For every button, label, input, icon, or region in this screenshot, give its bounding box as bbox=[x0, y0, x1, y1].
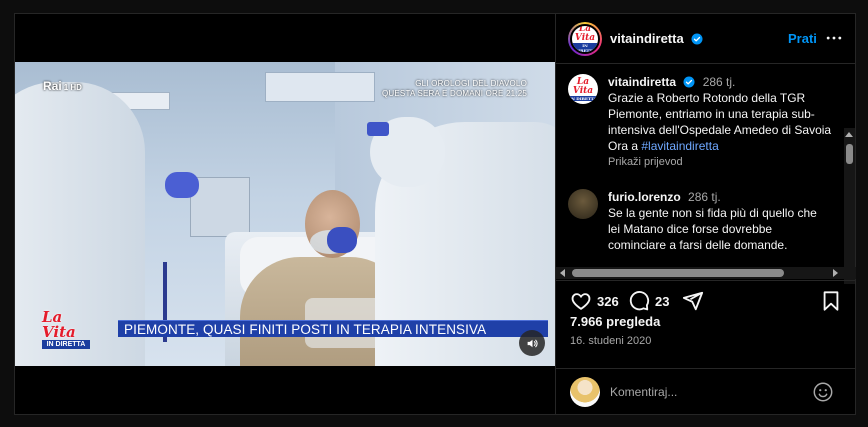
follow-button[interactable]: Prati bbox=[788, 31, 817, 46]
post-dialog: Rai 1 HD GLI OROLOGI DEL DIAVOLO QUESTA S… bbox=[14, 13, 856, 415]
comment-count[interactable]: 23 bbox=[655, 294, 669, 309]
promo-overlay: GLI OROLOGI DEL DIAVOLO QUESTA SERA E DO… bbox=[381, 79, 527, 98]
heart-icon bbox=[571, 293, 591, 310]
profile-avatar[interactable]: La Vita IN DIRETTA bbox=[568, 22, 602, 56]
comment-icon bbox=[629, 291, 650, 311]
caption-avatar[interactable]: La Vita IN DIRETTA bbox=[568, 74, 598, 104]
scrollbar-thumb[interactable] bbox=[846, 144, 853, 164]
post-header: La Vita IN DIRETTA vitaindiretta Prati bbox=[556, 14, 856, 64]
sound-toggle-button[interactable] bbox=[519, 330, 545, 356]
comments-vertical-scrollbar[interactable] bbox=[844, 128, 855, 284]
verified-badge-icon bbox=[691, 33, 703, 45]
caption-username[interactable]: vitaindiretta bbox=[608, 75, 676, 89]
scrollbar-thumb[interactable] bbox=[572, 269, 784, 277]
show-translation-link[interactable]: Prikaži prijevod bbox=[608, 156, 683, 168]
caption-time: 286 tj. bbox=[702, 75, 736, 89]
news-banner: PIEMONTE, QUASI FINITI POSTI IN TERAPIA … bbox=[118, 320, 548, 337]
comment-time: 286 tj. bbox=[688, 190, 721, 204]
rai-channel-logo: Rai 1 HD bbox=[43, 79, 82, 93]
emoji-icon[interactable] bbox=[812, 381, 834, 403]
comments-horizontal-scrollbar[interactable] bbox=[556, 267, 856, 279]
caption: vitaindiretta 286 tj. Grazie a Roberto R… bbox=[608, 74, 838, 154]
video-frame[interactable]: Rai 1 HD GLI OROLOGI DEL DIAVOLO QUESTA S… bbox=[15, 62, 555, 366]
scroll-right-arrow[interactable] bbox=[833, 269, 838, 277]
comment-username[interactable]: furio.lorenzo bbox=[608, 190, 681, 204]
comment-avatar[interactable] bbox=[568, 189, 598, 219]
header-username[interactable]: vitaindiretta bbox=[610, 31, 703, 46]
view-count[interactable]: 7.966 pregleda bbox=[570, 314, 660, 329]
post-sidebar: La Vita IN DIRETTA vitaindiretta Prati La… bbox=[555, 14, 856, 414]
bookmark-icon bbox=[823, 291, 839, 311]
video-player[interactable]: Rai 1 HD GLI OROLOGI DEL DIAVOLO QUESTA S… bbox=[15, 14, 555, 414]
comment-composer bbox=[556, 368, 856, 414]
comments-list[interactable]: La Vita IN DIRETTA vitaindiretta 286 tj. … bbox=[556, 64, 856, 284]
scroll-left-arrow[interactable] bbox=[560, 269, 565, 277]
like-count[interactable]: 326 bbox=[597, 294, 619, 309]
verified-badge-icon bbox=[683, 76, 695, 88]
speaker-icon bbox=[527, 339, 538, 347]
user-avatar bbox=[570, 377, 600, 407]
post-date: 16. studeni 2020 bbox=[570, 335, 652, 347]
comment-text: Se la gente non si fida più di quello ch… bbox=[608, 206, 817, 252]
comment: furio.lorenzo 286 tj. Se la gente non si… bbox=[608, 189, 830, 253]
caption-hashtag[interactable]: #lavitaindiretta bbox=[641, 139, 718, 153]
scroll-up-arrow[interactable] bbox=[845, 132, 853, 137]
show-logo: La Vita IN DIRETTA bbox=[42, 310, 90, 349]
more-horizontal-icon[interactable] bbox=[824, 28, 844, 48]
comment-input[interactable] bbox=[610, 381, 810, 403]
share-button[interactable] bbox=[682, 281, 704, 321]
save-button[interactable] bbox=[821, 281, 841, 321]
share-icon bbox=[682, 291, 704, 311]
